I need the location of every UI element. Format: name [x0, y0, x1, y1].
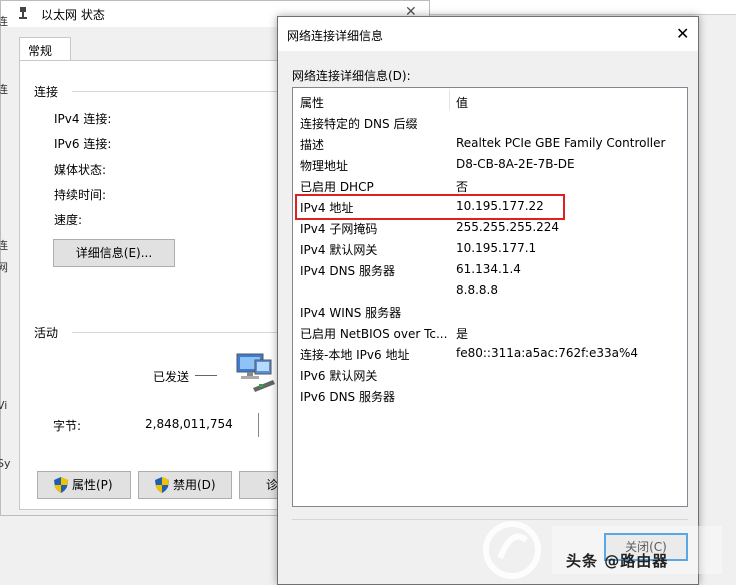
list-row[interactable]: IPv6 默认网关 [293, 364, 687, 385]
column-header-property[interactable]: 属性 [300, 94, 324, 111]
details-list[interactable]: 属性 值 连接特定的 DNS 后缀 描述 Realtek PCIe GBE Fa… [292, 87, 688, 507]
disable-button-label: 禁用(D) [173, 478, 216, 492]
row-property: 已启用 DHCP [300, 180, 374, 194]
dialog-title: 网络连接详细信息 [287, 29, 384, 43]
bytes-sent-value: 2,848,011,754 [145, 417, 233, 431]
row-value: Realtek PCIe GBE Family Controller [456, 136, 666, 150]
details-list-label: 网络连接详细信息(D): [292, 69, 411, 83]
list-row[interactable]: IPv4 DNS 服务器 61.134.1.4 [293, 259, 687, 280]
list-row[interactable]: 物理地址 D8-CB-8A-2E-7B-DE [293, 154, 687, 175]
media-state-label: 媒体状态: [54, 163, 107, 177]
tab-general[interactable]: 常规 [19, 37, 71, 61]
row-value: fe80::311a:a5ac:762f:e33a%4 [456, 346, 639, 360]
network-connection-details-dialog: 网络连接详细信息 ✕ 网络连接详细信息(D): 属性 值 连接特定的 DNS 后… [277, 16, 699, 585]
disable-button[interactable]: 禁用(D) [138, 471, 232, 499]
row-property: IPv6 DNS 服务器 [300, 390, 395, 404]
duration-label: 持续时间: [54, 188, 107, 202]
row-property: IPv4 默认网关 [300, 243, 378, 257]
list-header: 属性 值 [293, 88, 687, 112]
row-value: 10.195.177.1 [456, 241, 537, 255]
ipv4-address-highlight [295, 194, 565, 220]
list-row[interactable]: IPv6 DNS 服务器 [293, 385, 687, 406]
uac-shield-icon [155, 477, 169, 493]
row-property: IPv4 WINS 服务器 [300, 306, 402, 320]
row-property: 连接-本地 IPv6 地址 [300, 348, 410, 362]
watermark-text: 头条 @路由器 [566, 552, 669, 570]
column-header-value[interactable]: 值 [456, 94, 468, 111]
dialog-divider [292, 519, 688, 520]
edge-text: 连 [0, 239, 8, 252]
row-property: IPv4 DNS 服务器 [300, 264, 395, 278]
activity-section-title: 活动 [34, 326, 59, 340]
network-computer-icon [236, 353, 275, 392]
sent-line [195, 375, 217, 376]
window-title: 以太网 状态 [41, 8, 105, 22]
uac-shield-icon [54, 477, 68, 493]
column-separator[interactable] [449, 90, 450, 110]
list-row[interactable]: 已启用 DHCP 否 [293, 175, 687, 196]
ipv4-connection-label: IPv4 连接: [54, 112, 112, 126]
edge-text: 网 [0, 261, 8, 274]
bytes-label: 字节: [53, 419, 82, 433]
list-row[interactable]: IPv4 默认网关 10.195.177.1 [293, 238, 687, 259]
background-window-strip [430, 0, 736, 15]
network-adapter-icon [19, 7, 27, 19]
dialog-titlebar: 网络连接详细信息 ✕ [278, 17, 698, 51]
connection-section-title: 连接 [34, 85, 59, 99]
edge-text: 连 [0, 15, 8, 28]
row-property: IPv6 默认网关 [300, 369, 378, 383]
row-value: 61.134.1.4 [456, 262, 521, 276]
close-icon[interactable]: ✕ [676, 24, 689, 43]
row-property: 连接特定的 DNS 后缀 [300, 117, 418, 131]
edge-text: Sy [0, 457, 11, 470]
details-button[interactable]: 详细信息(E)... [53, 239, 175, 267]
row-property: 描述 [300, 138, 325, 152]
speed-label: 速度: [54, 213, 83, 227]
list-row[interactable]: 已启用 NetBIOS over Tc... 是 [293, 322, 687, 343]
properties-button-label: 属性(P) [72, 478, 113, 492]
properties-button[interactable]: 属性(P) [37, 471, 131, 499]
tab-general-label: 常规 [28, 44, 53, 58]
edge-text: Vi [0, 399, 8, 412]
row-value: 是 [456, 327, 469, 341]
list-row[interactable]: 连接-本地 IPv6 地址 fe80::311a:a5ac:762f:e33a%… [293, 343, 687, 364]
list-row[interactable]: IPv4 子网掩码 255.255.255.224 [293, 217, 687, 238]
row-property: 已启用 NetBIOS over Tc... [300, 327, 448, 341]
row-value: 255.255.255.224 [456, 220, 560, 234]
bytes-divider [258, 413, 259, 437]
edge-text: 连 [0, 83, 8, 96]
row-value: 8.8.8.8 [456, 283, 498, 297]
underlying-window-edge: 连 连 连 网 Vi Sy [0, 1, 11, 517]
list-row[interactable]: 描述 Realtek PCIe GBE Family Controller [293, 133, 687, 154]
list-row[interactable]: 8.8.8.8 [293, 280, 687, 301]
ipv6-connection-label: IPv6 连接: [54, 137, 112, 151]
sent-label: 已发送 [153, 370, 190, 384]
row-value: D8-CB-8A-2E-7B-DE [456, 157, 575, 171]
row-property: 物理地址 [300, 159, 349, 173]
row-value: 否 [456, 180, 469, 194]
list-row[interactable]: 连接特定的 DNS 后缀 [293, 112, 687, 133]
row-property: IPv4 子网掩码 [300, 222, 378, 236]
list-row[interactable]: IPv4 WINS 服务器 [293, 301, 687, 322]
